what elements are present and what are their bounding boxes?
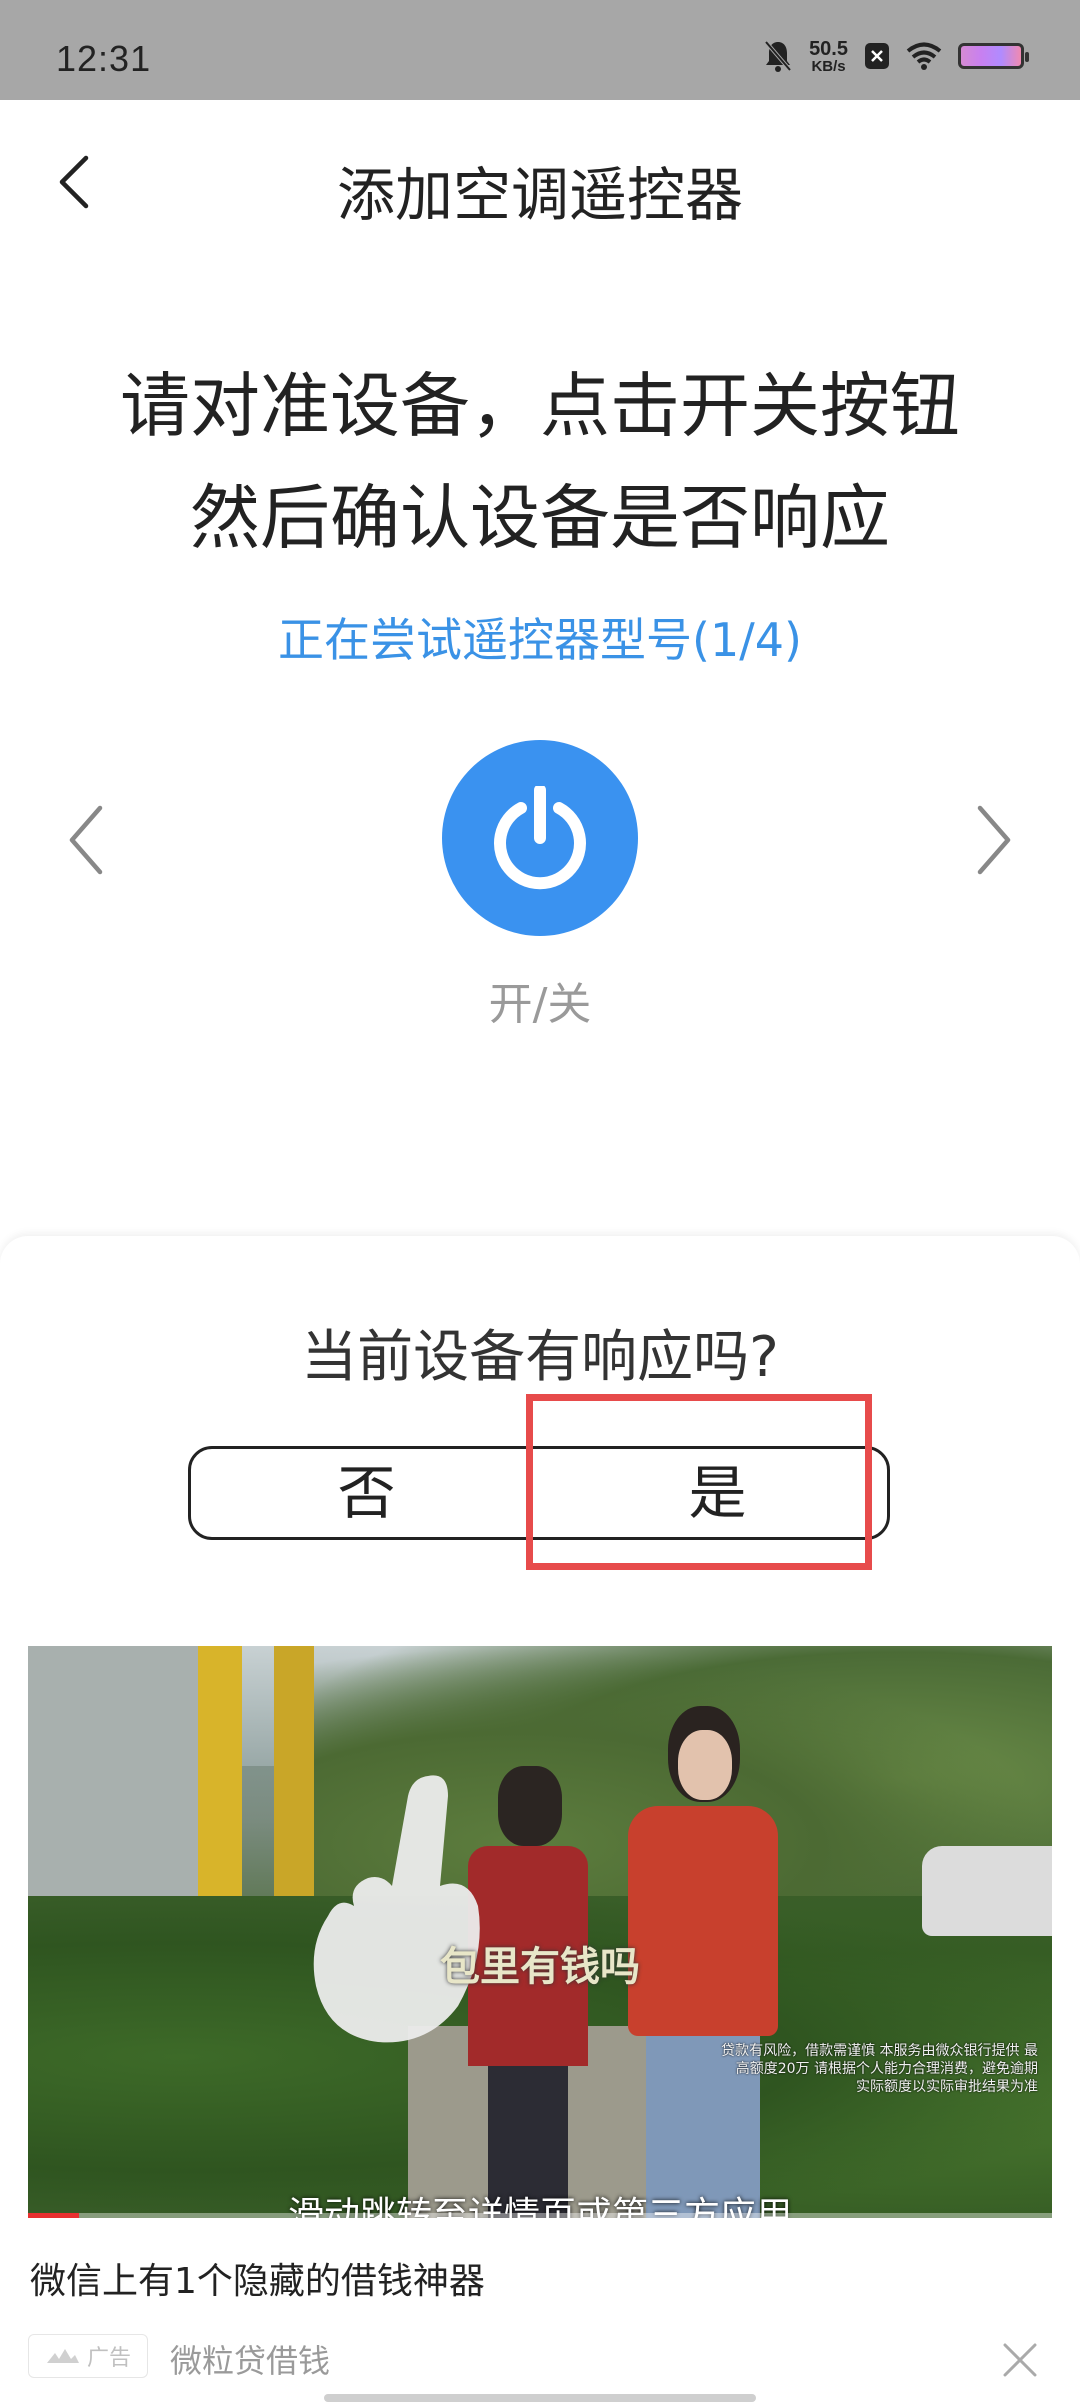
x-app-icon <box>865 43 889 69</box>
bell-muted-icon <box>764 40 792 72</box>
answer-no-button[interactable]: 否 <box>191 1449 542 1537</box>
net-speed: 50.5 KB/s <box>809 39 848 74</box>
next-model-button[interactable] <box>962 800 1022 880</box>
status-bar: 12:31 50.5 KB/s <box>0 0 1080 100</box>
ad-progress-bar <box>28 2213 1052 2218</box>
prev-model-button[interactable] <box>58 800 118 880</box>
page-title: 添加空调遥控器 <box>336 161 743 229</box>
ad-close-button[interactable] <box>1000 2340 1040 2380</box>
net-speed-value: 50.5 <box>809 37 848 60</box>
chevron-right-icon <box>977 805 1011 875</box>
instruction-text: 请对准设备，点击开关按钮 然后确认设备是否响应 <box>0 350 1080 574</box>
ad-badge-label: 广告 <box>86 2346 131 2371</box>
ad-card[interactable]: 包里有钱吗 贷款有风险，借款需谨慎 本服务由微众银行提供 最高额度20万 请根据… <box>28 1646 1052 2218</box>
power-icon <box>494 786 586 890</box>
ad-badge: 广告 <box>28 2334 148 2378</box>
ad-source[interactable]: 微粒贷借钱 <box>170 2336 330 2382</box>
battery-icon <box>958 43 1029 69</box>
power-button[interactable] <box>442 740 638 936</box>
ad-logo-icon <box>46 2349 79 2363</box>
home-indicator[interactable] <box>324 2394 756 2402</box>
close-icon <box>1003 2343 1037 2377</box>
ad-video[interactable]: 包里有钱吗 贷款有风险，借款需谨慎 本服务由微众银行提供 最高额度20万 请根据… <box>28 1646 1052 2218</box>
highlight-box <box>526 1394 872 1570</box>
header: 添加空调遥控器 <box>0 100 1080 260</box>
power-label: 开/关 <box>488 979 592 1030</box>
response-question: 当前设备有响应吗? <box>301 1325 779 1390</box>
status-time: 12:31 <box>56 38 152 79</box>
status-icons: 50.5 KB/s <box>763 34 1029 78</box>
chevron-left-icon <box>69 805 103 875</box>
model-status: 正在尝试遥控器型号(1/4) <box>278 613 802 667</box>
wifi-icon <box>906 42 942 70</box>
ad-progress-fill <box>28 2213 80 2218</box>
instruction-line-2: 然后确认设备是否响应 <box>190 477 890 559</box>
swipe-hand-icon <box>313 1775 480 2043</box>
ad-title[interactable]: 微信上有1个隐藏的借钱神器 <box>30 2252 485 2304</box>
ad-disclaimer: 贷款有风险，借款需谨慎 本服务由微众银行提供 最高额度20万 请根据个人能力合理… <box>721 2043 1038 2095</box>
ad-building <box>28 1646 208 1906</box>
ad-car <box>922 1846 1052 1936</box>
instruction-line-1: 请对准设备，点击开关按钮 <box>120 365 960 447</box>
net-speed-unit: KB/s <box>811 57 846 75</box>
ad-subtitle: 包里有钱吗 <box>440 1944 640 1990</box>
